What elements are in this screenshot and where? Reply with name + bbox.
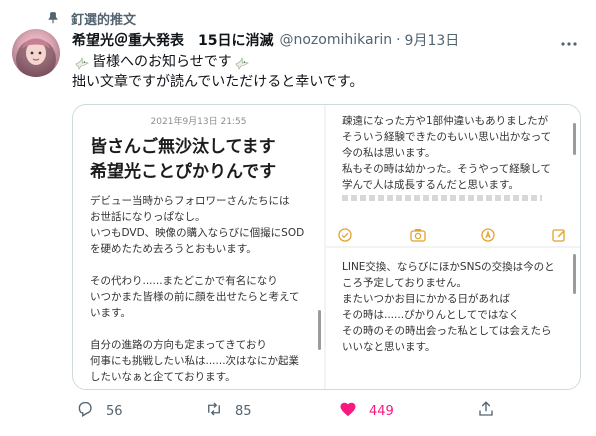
memo-body-line: 疎遠になった方や1部仲違いもありましたが (342, 115, 549, 127)
more-icon (561, 31, 577, 50)
memo-body: 疎遠になった方や1部仲違いもありましたが そういう経験できたのもいい思い出かなっ… (342, 113, 551, 193)
separator-dot: · (396, 32, 401, 48)
memo-cutoff-line (342, 195, 542, 201)
memo-body-line: いいなと思います。 (342, 341, 436, 353)
dove-icon (74, 55, 90, 71)
action-bar: 56 85 449 (72, 400, 552, 422)
memo-scrollbar (573, 123, 576, 155)
media-image-memo-3[interactable]: LINE交換、ならびにほかSNSの交換は今のと ころ予定しておりません。 またい… (326, 248, 580, 389)
memo-title-line: 希望光ことぴかりんです (90, 162, 277, 182)
media-image-memo-2[interactable]: 疎遠になった方や1部仲違いもありましたが そういう経験できたのもいい思い出かなっ… (326, 105, 580, 246)
markup-icon (481, 227, 495, 242)
user-handle[interactable]: @nozomihikarin (279, 32, 392, 48)
tweet-header: 希望光＠重大発表 15日に消滅 @nozomihikarin · 9月13日 (72, 30, 459, 50)
avatar[interactable] (12, 29, 60, 77)
memo-body-line: 学んで人は成長するんだと思います。 (342, 179, 519, 191)
share-icon (477, 400, 495, 422)
pinned-label: 釘選的推文 (71, 12, 137, 28)
pinned-indicator: 釘選的推文 (46, 9, 137, 28)
memo-body-line: その代わり......またどこかで有名になり (90, 275, 278, 287)
tweet-text-line-1: 皆様へのお知らせです (72, 53, 252, 72)
memo-body-line: お世話になりっぱなし。 (90, 211, 206, 223)
retweet-count: 85 (235, 403, 252, 419)
memo-body-line: その時は......ぴかりんとしてではなく (342, 309, 520, 321)
memo-body-line: います。 (90, 307, 131, 319)
memo-toolbar (326, 223, 580, 245)
memo-body-line: したいなぁと企てております。 (90, 371, 236, 383)
memo-body-line: デビュー当時からフォロワーさんたちには (90, 195, 290, 207)
memo-body-line: 自分の進路の方向も定まってきており (90, 339, 267, 351)
camera-icon (410, 227, 426, 242)
memo-scrollbar (573, 254, 576, 294)
media-image-memo[interactable]: 2021年9月13日 21:55 皆さんご無沙汰してます 希望光ことぴかりんです… (73, 105, 324, 389)
reply-count: 56 (106, 403, 123, 419)
compose-icon (552, 227, 566, 242)
memo-body: デビュー当時からフォロワーさんたちには お世話になりっぱなし。 いつもDVD、映… (90, 193, 316, 385)
memo-body-line: 私もその時は幼かった。そうやって経験して (342, 163, 551, 175)
memo-body-line: またいつかお目にかかる日があれば (342, 293, 510, 305)
memo-scrollbar (318, 310, 321, 350)
tweet-text-line-2: 拙い文章ですが読んでいただけると幸いです。 (72, 74, 364, 90)
media-grid[interactable]: 2021年9月13日 21:55 皆さんご無沙汰してます 希望光ことぴかりんです… (72, 104, 581, 390)
dove-icon (234, 55, 250, 71)
tweet-date[interactable]: 9月13日 (405, 30, 460, 50)
checklist-icon (338, 227, 352, 242)
memo-body-line: LINE交換、ならびにほかSNSの交換は今のと (342, 261, 555, 273)
retweet-button[interactable]: 85 (205, 400, 252, 422)
pin-icon (46, 10, 60, 26)
memo-body-line: いつかまた皆様の前に顔を出せたらと考えて (90, 291, 300, 303)
memo-body-line: ころ予定しておりません。 (342, 277, 468, 289)
memo-date: 2021年9月13日 21:55 (150, 117, 247, 127)
more-options-button[interactable] (560, 31, 578, 49)
memo-body-line: そういう経験できたのもいい思い出かなって (342, 131, 552, 143)
like-button[interactable]: 449 (339, 400, 394, 422)
memo-body-line: 今の私は思います。 (342, 147, 436, 159)
memo-body-line: を硬めたため去ろうとおもいます。 (90, 243, 257, 255)
memo-body: LINE交換、ならびにほかSNSの交換は今のと ころ予定しておりません。 またい… (342, 259, 555, 355)
heart-icon (339, 400, 357, 422)
memo-body-line: いつもDVD、映像の購入ならびに個撮にSOD (90, 227, 305, 239)
memo-body-line: 何事にも挑戦したい私は......次はなにか起業 (90, 355, 300, 367)
memo-body-line: その時のその時出会った私としては会えたら (342, 325, 552, 337)
display-name[interactable]: 希望光＠重大発表 15日に消滅 (72, 30, 273, 50)
like-count: 449 (369, 403, 394, 419)
memo-body-line (90, 257, 316, 273)
tweet-text-1: 皆様へのお知らせです (92, 54, 232, 70)
retweet-icon (205, 400, 223, 422)
memo-body-line (90, 321, 316, 337)
share-button[interactable] (477, 400, 495, 422)
reply-button[interactable]: 56 (76, 400, 123, 422)
memo-title-line: 皆さんご無沙汰してます (90, 137, 276, 157)
reply-icon (76, 400, 94, 422)
